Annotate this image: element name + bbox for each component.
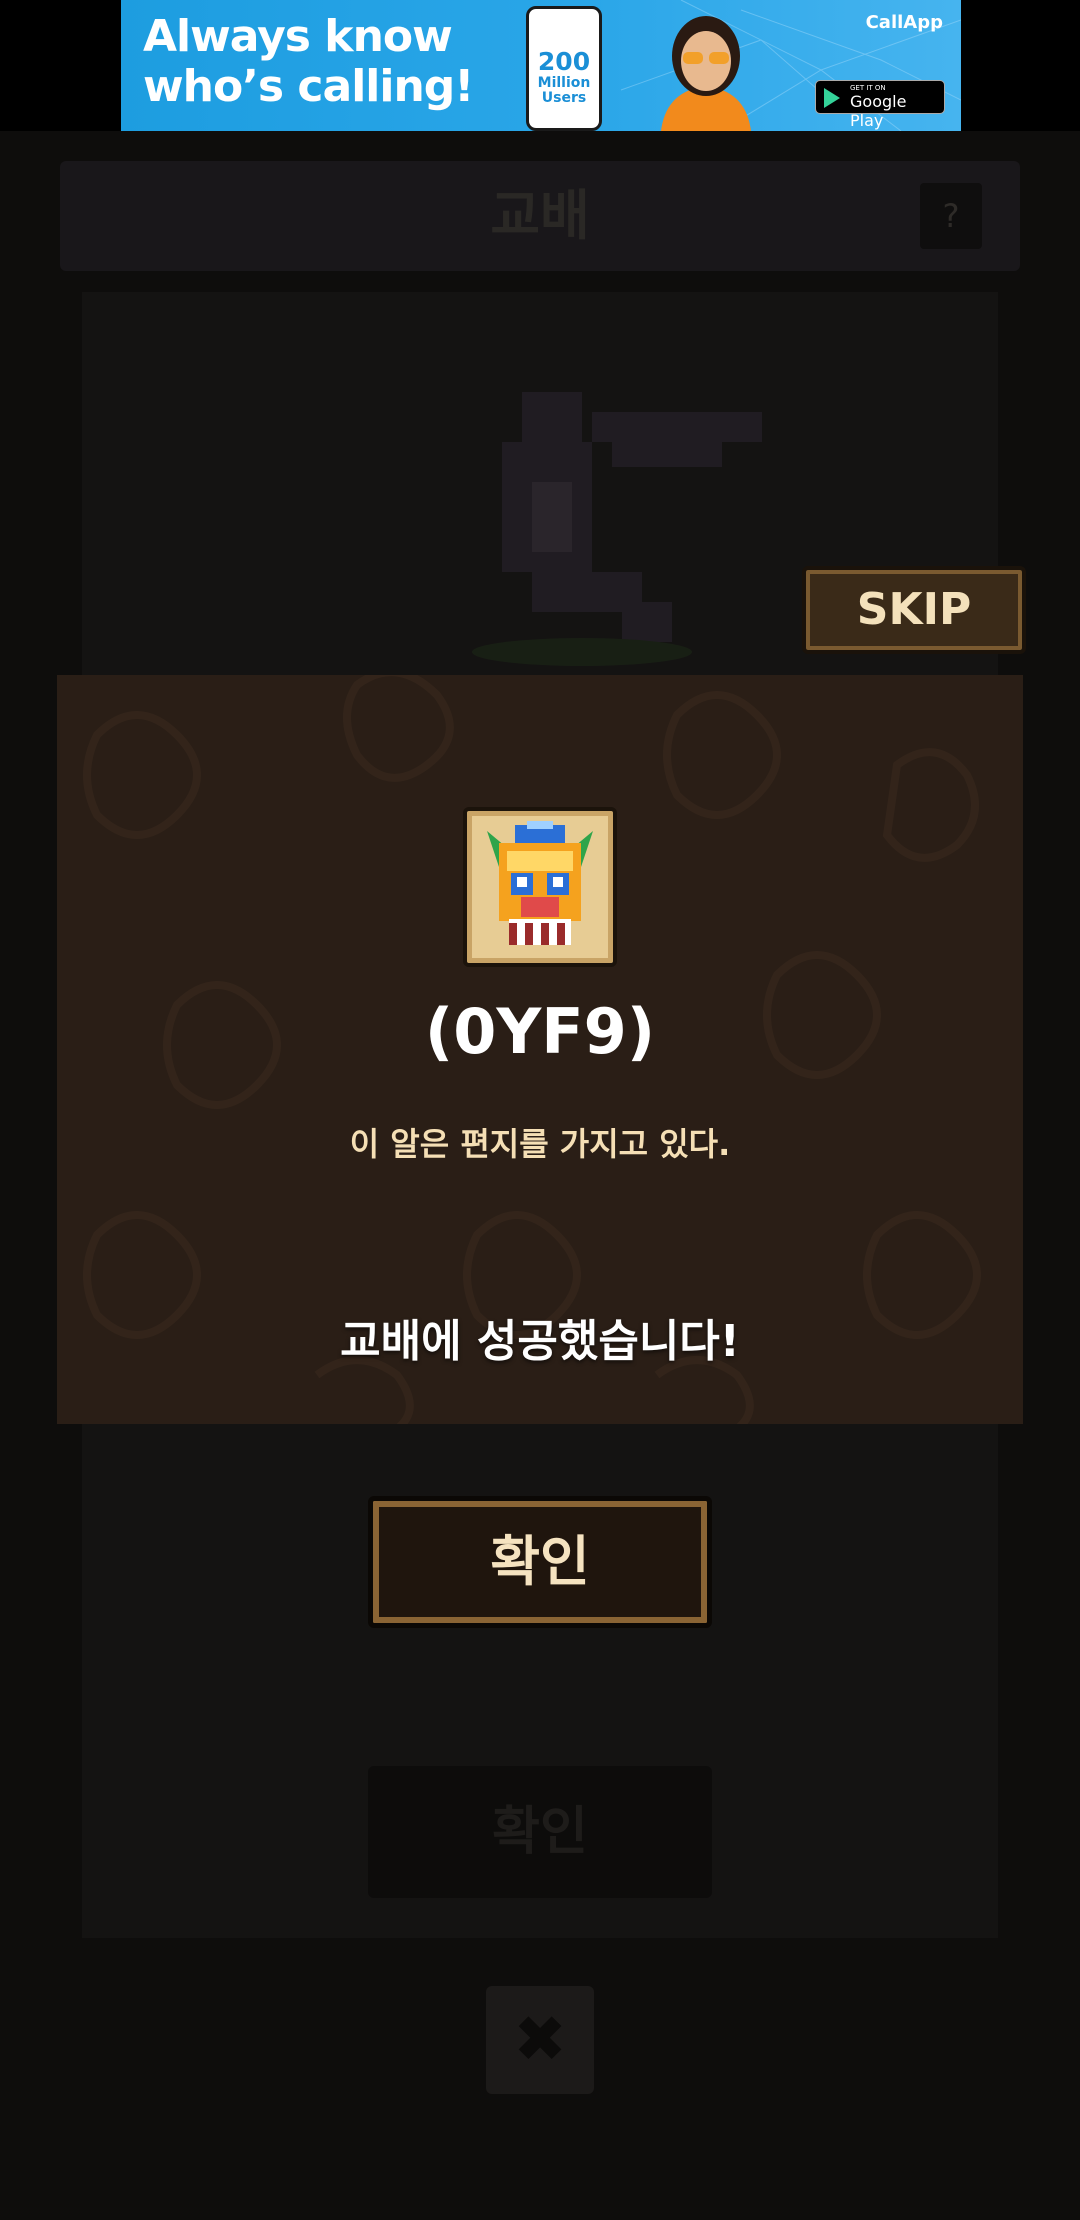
confirm-button[interactable]: 확인 (368, 1496, 712, 1628)
ad-person-image (661, 16, 751, 131)
ad-stat-line1: Million (537, 75, 591, 91)
page-title: 교배 (490, 184, 590, 247)
breeding-result-modal: (0YF9) 이 알은 편지를 가지고 있다. 교배에 성공했습니다! (57, 675, 1023, 1424)
result-message: 교배에 성공했습니다! (340, 1316, 740, 1367)
ad-stat-line2: Users (541, 90, 587, 106)
item-description: 이 알은 편지를 가지고 있다. (349, 1125, 731, 1163)
ad-brand-logo: CallApp (865, 12, 943, 33)
ad-headline-line1: Always know (143, 11, 453, 62)
ad-headline-line2: who’s calling! (143, 61, 474, 112)
ad-headline: Always know who’s calling! (143, 11, 474, 112)
ad-phone-image: 200 Million Users (526, 6, 602, 131)
confirm-label: 확인 (490, 1530, 590, 1593)
item-icon-frame (463, 807, 617, 967)
skip-label: SKIP (856, 584, 972, 635)
close-icon: ✖ (486, 1986, 594, 2094)
background-confirm-button: 확인 (368, 1766, 712, 1898)
store-badge-label: Google Play (850, 92, 907, 130)
ad-banner[interactable]: Always know who’s calling! 200 Million U… (121, 0, 961, 131)
skip-button[interactable]: SKIP (802, 566, 1026, 654)
creature-face-icon (487, 821, 593, 945)
google-play-badge[interactable]: GET IT ON Google Play (815, 80, 945, 130)
dragon-sprite (472, 392, 762, 666)
store-badge-small: GET IT ON (850, 84, 886, 92)
item-code: (0YF9) (424, 995, 656, 1068)
breeding-header: 교배 ? (60, 161, 1020, 271)
play-store-icon (824, 88, 840, 108)
ad-strip: Always know who’s calling! 200 Million U… (0, 0, 1080, 131)
ad-stat-number: 200 (537, 47, 591, 76)
help-button[interactable]: ? (920, 183, 982, 249)
